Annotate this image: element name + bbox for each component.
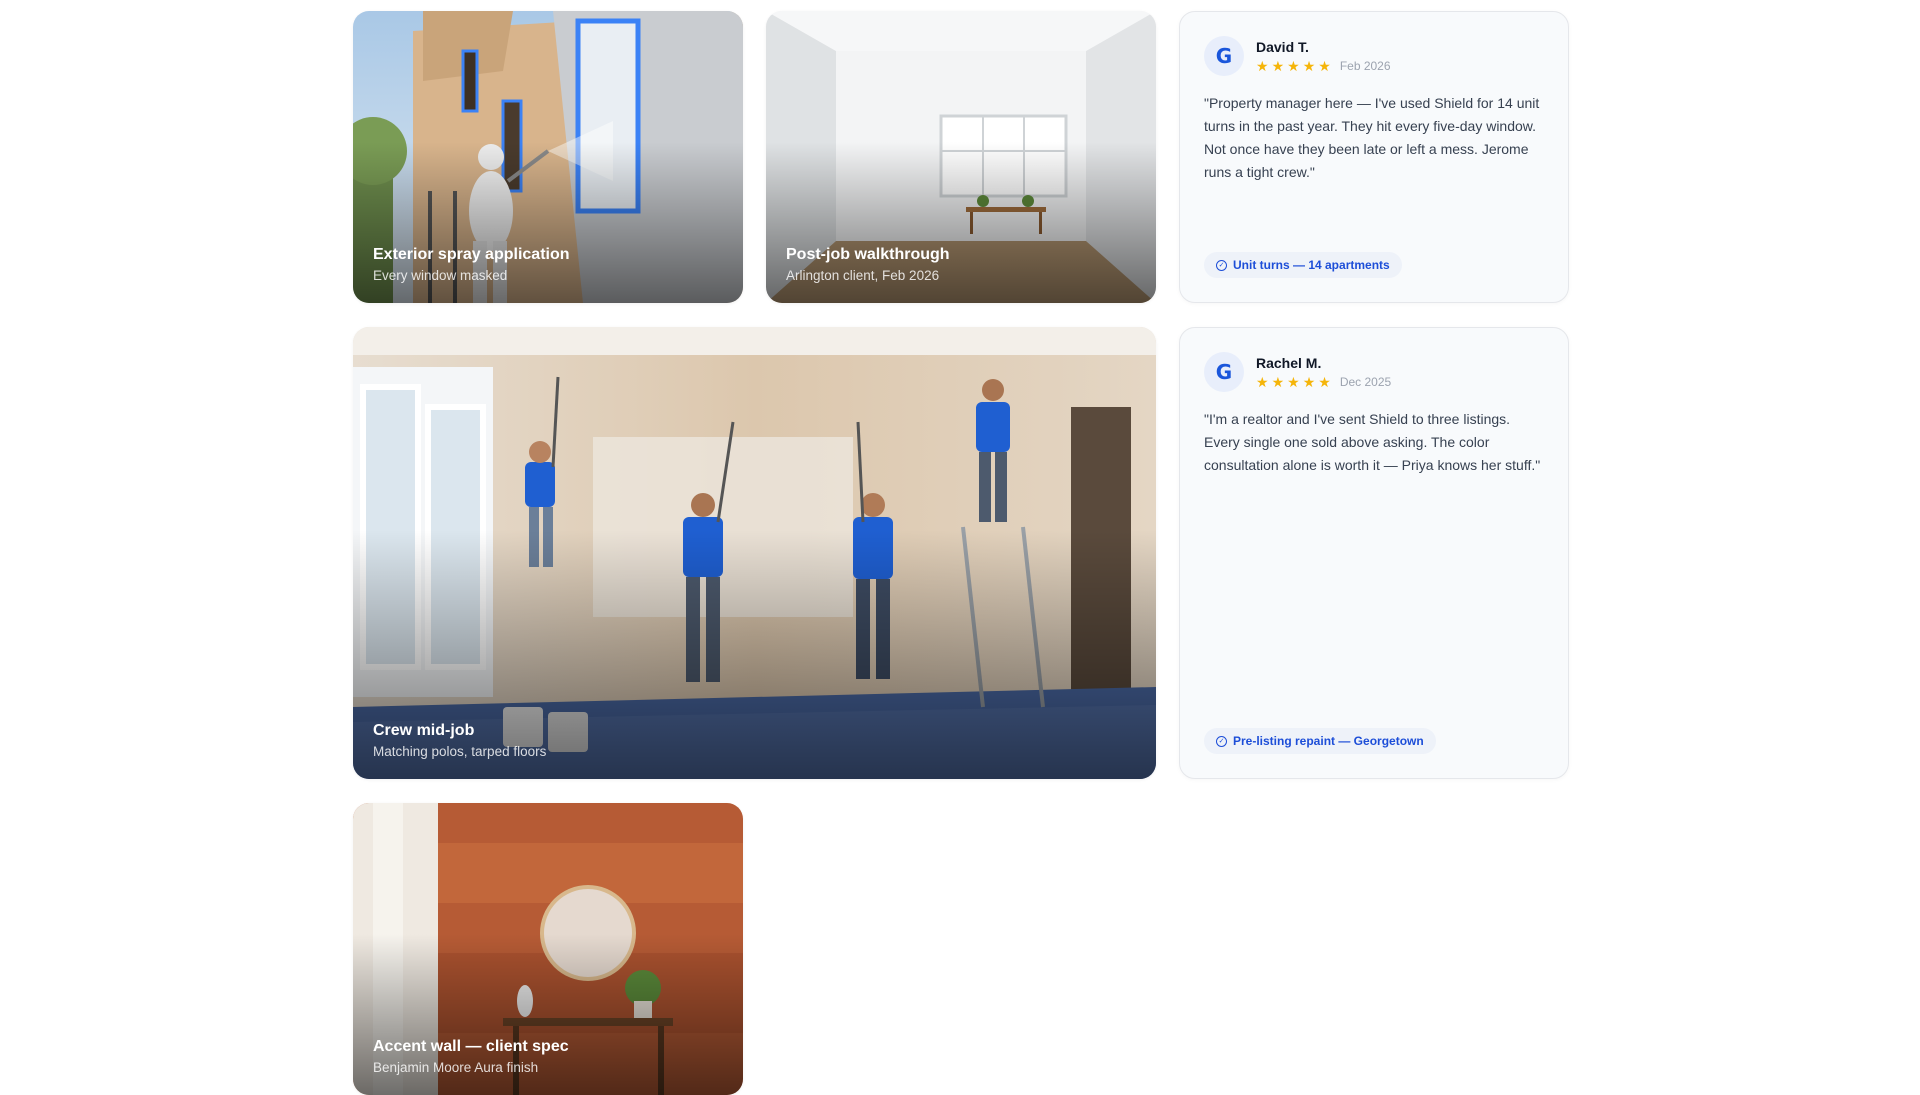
- star-rating: ★ ★ ★ ★ ★ Feb 2026: [1256, 59, 1391, 73]
- photo-caption: Accent wall — client spec Benjamin Moore…: [373, 1037, 723, 1075]
- photo-title: Exterior spray application: [373, 246, 570, 264]
- project-tag: ✓ Pre-listing repaint — Georgetown: [1204, 728, 1436, 754]
- project-gallery: Exterior spray application Every window …: [353, 11, 1569, 1095]
- review-header: G David T. ★ ★ ★ ★ ★ Feb 2026: [1204, 36, 1544, 76]
- review-text: "Property manager here — I've used Shiel…: [1204, 95, 1540, 180]
- photo-card-exterior-spray[interactable]: Exterior spray application Every window …: [353, 11, 743, 303]
- photo-card-walkthrough[interactable]: Post-job walkthrough Arlington client, F…: [766, 11, 1156, 303]
- star-icon: ★: [1318, 374, 1331, 390]
- photo-title: Post-job walkthrough: [786, 246, 950, 264]
- photo-caption: Exterior spray application Every window …: [373, 245, 723, 283]
- review-date: Dec 2025: [1339, 375, 1392, 389]
- photo-card-crew-mid-job[interactable]: Crew mid-job Matching polos, tarped floo…: [353, 327, 1156, 779]
- star-icon: ★: [1271, 374, 1285, 390]
- google-g-icon: G: [1204, 352, 1244, 392]
- reviewer-name: Rachel M.: [1256, 355, 1322, 371]
- project-tag-label: Unit turns — 14 apartments: [1233, 258, 1390, 272]
- star-icon: ★: [1256, 374, 1269, 390]
- photo-title: Accent wall — client spec: [373, 1038, 569, 1056]
- photo-subtitle: Arlington client, Feb 2026: [786, 268, 940, 283]
- star-rating: ★ ★ ★ ★ ★ Dec 2025: [1256, 375, 1391, 389]
- photo-subtitle: Every window masked: [373, 268, 508, 283]
- star-icon: ★: [1287, 374, 1300, 390]
- star-icon: ★: [1302, 374, 1316, 390]
- star-icon: ★: [1271, 58, 1285, 74]
- review-card: G Rachel M. ★ ★ ★ ★ ★ Dec 2025 "I'm a re…: [1179, 327, 1569, 779]
- photo-caption: Post-job walkthrough Arlington client, F…: [786, 245, 1136, 283]
- photo-subtitle: Benjamin Moore Aura finish: [373, 1060, 539, 1075]
- star-icon: ★: [1318, 58, 1331, 74]
- project-tag: ✓ Unit turns — 14 apartments: [1204, 252, 1402, 278]
- review-date: Feb 2026: [1339, 59, 1391, 73]
- star-icon: ★: [1287, 58, 1300, 74]
- photo-subtitle: Matching polos, tarped floors: [373, 744, 547, 759]
- google-g-icon: G: [1204, 36, 1244, 76]
- project-tag-label: Pre-listing repaint — Georgetown: [1233, 734, 1424, 748]
- reviewer-name: David T.: [1256, 39, 1309, 55]
- review-card: G David T. ★ ★ ★ ★ ★ Feb 2026 "Property …: [1179, 11, 1569, 303]
- review-text: "I'm a realtor and I've sent Shield to t…: [1204, 411, 1541, 473]
- photo-title: Crew mid-job: [373, 722, 475, 740]
- star-icon: ★: [1302, 58, 1316, 74]
- check-circle-icon: ✓: [1216, 735, 1227, 747]
- photo-card-accent-wall[interactable]: Accent wall — client spec Benjamin Moore…: [353, 803, 743, 1095]
- check-circle-icon: ✓: [1216, 259, 1227, 271]
- star-icon: ★: [1256, 58, 1269, 74]
- photo-caption: Crew mid-job Matching polos, tarped floo…: [373, 721, 1136, 759]
- review-header: G Rachel M. ★ ★ ★ ★ ★ Dec 2025: [1204, 352, 1544, 392]
